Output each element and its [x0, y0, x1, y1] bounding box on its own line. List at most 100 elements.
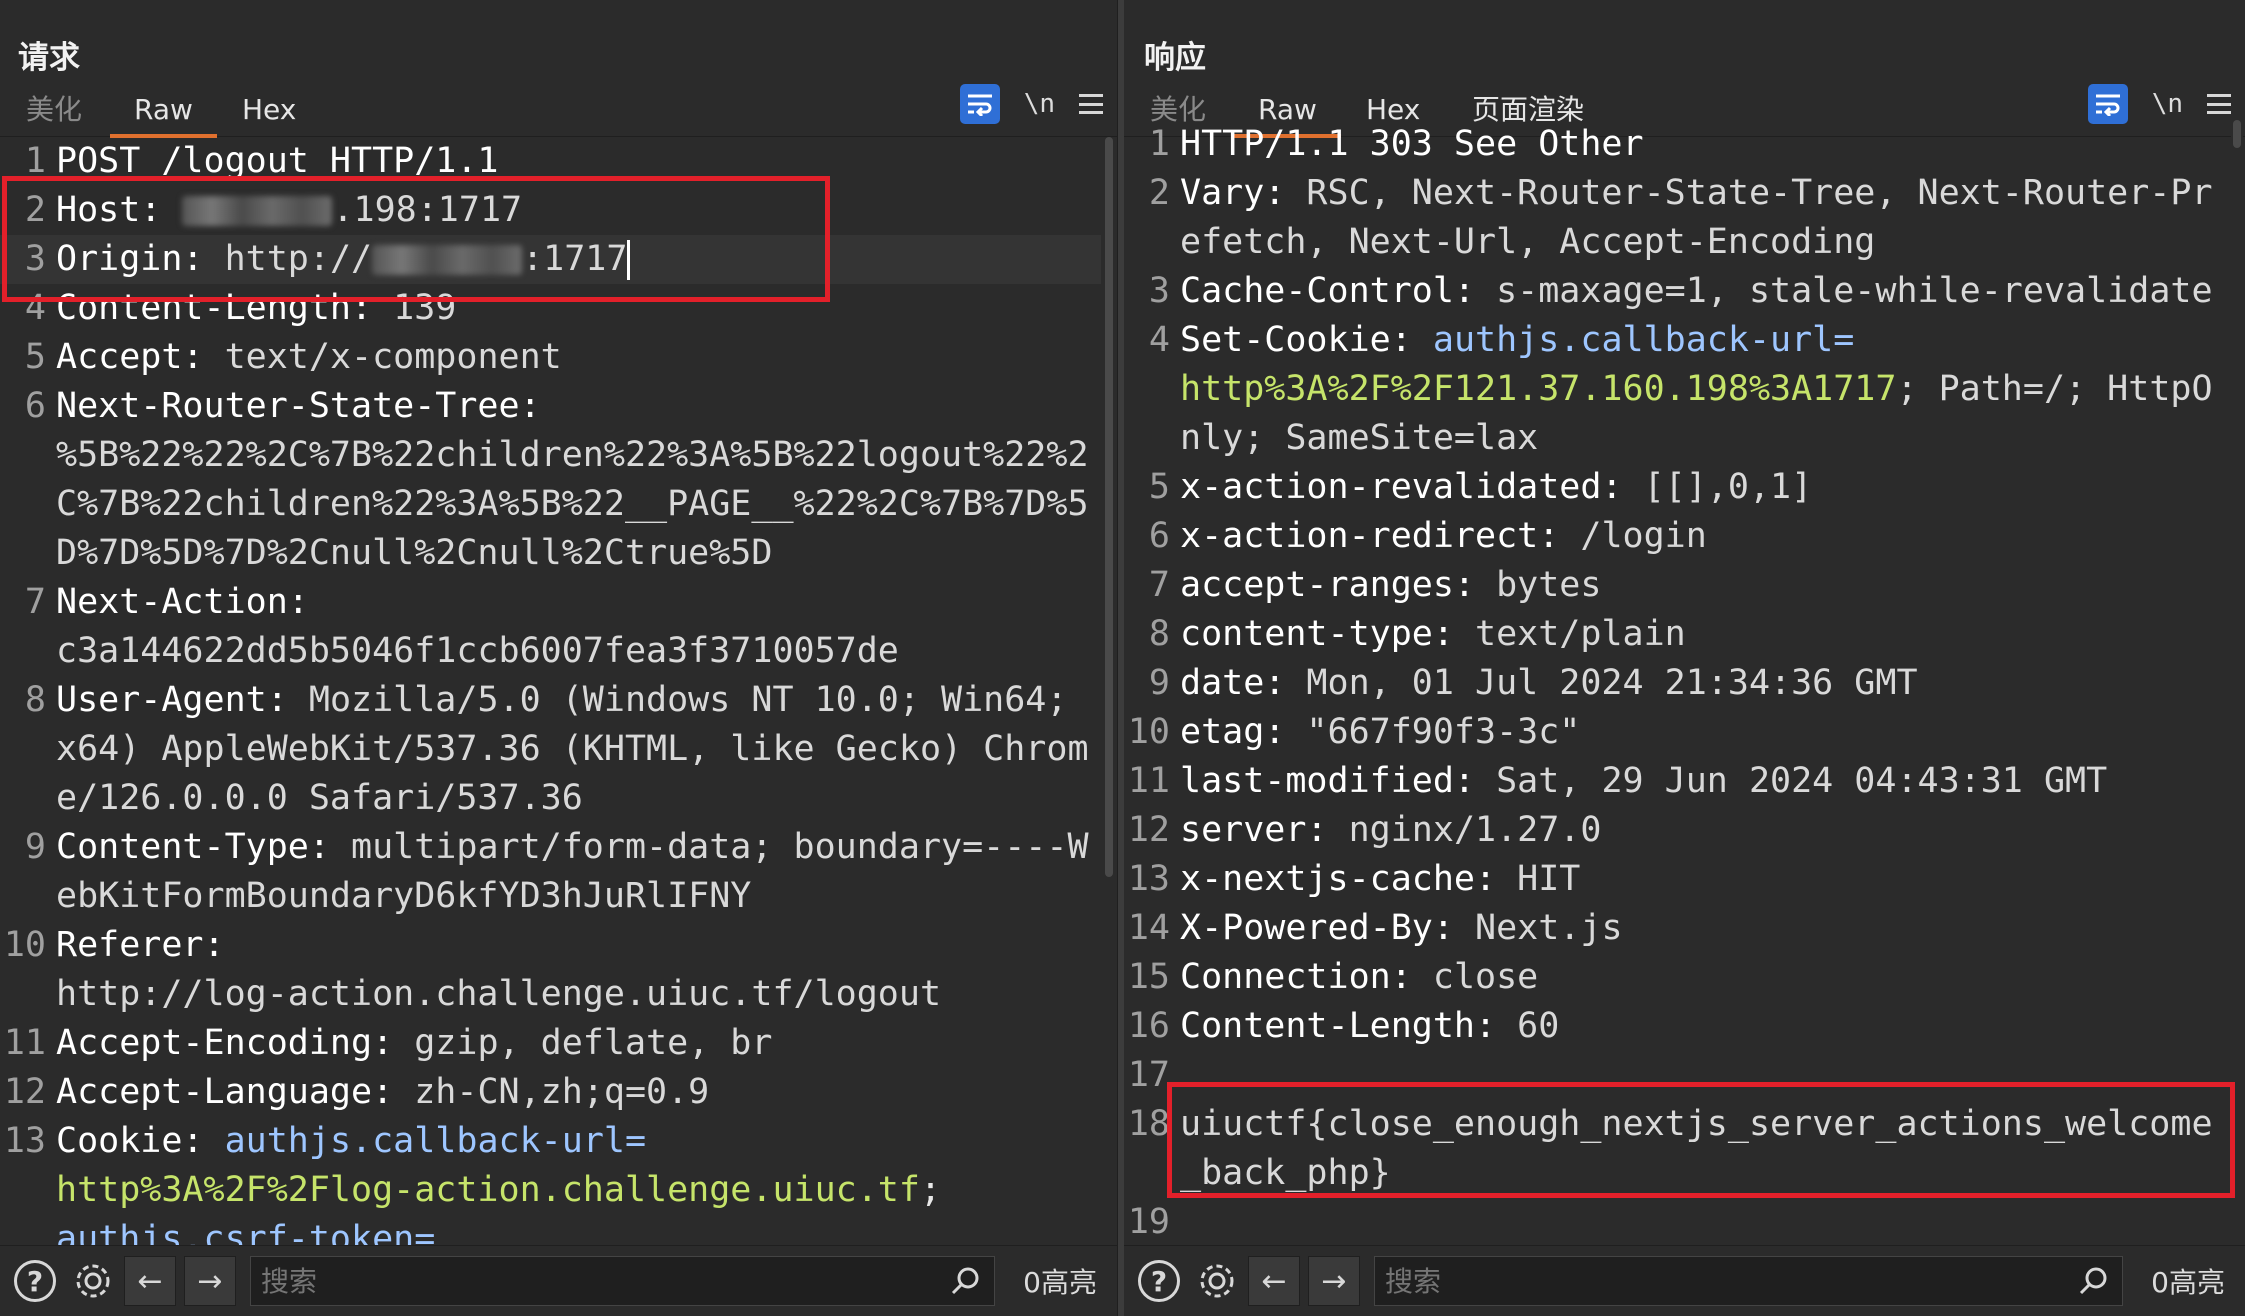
next-match-button[interactable]: →	[184, 1256, 236, 1306]
tab-pretty[interactable]: 美化	[26, 90, 82, 134]
search-input[interactable]	[1375, 1263, 2023, 1299]
line-number: 8	[1148, 614, 1170, 654]
line-content: POST /logout HTTP/1.1	[52, 137, 1101, 186]
response-scrollbar[interactable]	[2231, 120, 2243, 1246]
code-line: 2 Host: .198:1717	[0, 186, 1101, 235]
header-name: x-action-revalidated:	[1180, 467, 1623, 507]
header-value: /login	[1559, 516, 1707, 556]
help-icon: ?	[14, 1260, 56, 1302]
header-name: Content-Type:	[56, 827, 330, 867]
newline-toggle-button[interactable]: \n	[2152, 89, 2183, 119]
header-value: c3a144622dd5b5046f1ccb6007fea3f3710057de	[56, 631, 899, 671]
cookie-value: http%3A%2F%2F121.37.160.198%3A1717	[1180, 369, 1897, 409]
wrap-toggle-button[interactable]	[2087, 84, 2128, 124]
arrow-left-icon: ←	[1261, 1263, 1287, 1299]
settings-button[interactable]	[1194, 1258, 1240, 1304]
line-number: 2	[24, 190, 46, 230]
header-name: Cookie:	[56, 1121, 204, 1161]
cookie-name: authjs.csrf-token=	[56, 1219, 436, 1246]
line-content: Vary: RSC, Next-Router-State-Tree, Next-…	[1176, 169, 2229, 267]
header-value: 139	[372, 288, 457, 328]
line-number: 1	[1148, 124, 1170, 164]
line-number: 17	[1127, 1055, 1170, 1095]
line-number: 16	[1127, 1006, 1170, 1046]
code-line: 12 server: nginx/1.27.0	[1124, 806, 2229, 855]
line-content: Accept: text/x-component	[52, 333, 1101, 382]
line-content: x-action-revalidated: [[],0,1]	[1176, 463, 2229, 512]
header-value: text/plain	[1453, 614, 1686, 654]
line-content: Host: .198:1717	[52, 186, 1101, 235]
line-number: 9	[24, 827, 46, 867]
header-name: Vary:	[1180, 173, 1286, 213]
header-name: x-action-redirect:	[1180, 516, 1560, 556]
redacted-ip	[182, 196, 333, 226]
prev-match-button[interactable]: ←	[124, 1256, 176, 1306]
code-line: 6 x-action-redirect: /login	[1124, 512, 2229, 561]
wrap-toggle-button[interactable]	[959, 84, 1000, 124]
request-editor[interactable]: 1 POST /logout HTTP/1.1 2 Host: .198:1717 3 O…	[0, 137, 1101, 1246]
highlight-count: 0高亮	[2151, 1266, 2225, 1299]
line-number: 18	[1127, 1104, 1170, 1144]
help-button[interactable]: ?	[12, 1258, 58, 1304]
arrow-left-icon: ←	[137, 1263, 163, 1299]
line-number: 13	[3, 1121, 46, 1161]
line-content: Cache-Control: s-maxage=1, stale-while-r…	[1176, 267, 2229, 316]
header-value: 60	[1496, 1006, 1560, 1046]
tab-raw[interactable]: Raw	[110, 90, 217, 138]
search-icon	[952, 1267, 979, 1295]
newline-toggle-button[interactable]: \n	[1024, 89, 1055, 119]
header-name: x-nextjs-cache:	[1180, 859, 1497, 899]
response-search	[1374, 1256, 2124, 1306]
line-number: 13	[1127, 859, 1170, 899]
header-value: HIT	[1496, 859, 1581, 899]
next-match-button[interactable]: →	[1308, 1256, 1360, 1306]
line-content: x-nextjs-cache: HIT	[1176, 855, 2229, 904]
header-name: Next-Action:	[56, 582, 309, 622]
wrap-icon	[2095, 94, 2120, 116]
response-title: 响应	[1144, 40, 1206, 76]
code-line: 14 X-Powered-By: Next.js	[1124, 904, 2229, 953]
code-line: 7 accept-ranges: bytes	[1124, 561, 2229, 610]
header-value: "667f90f3-3c"	[1285, 712, 1581, 752]
line-number: 15	[1127, 957, 1170, 997]
response-bottom-bar: ? ← → 0高亮	[1124, 1245, 2245, 1316]
header-value: [[],0,1]	[1622, 467, 1813, 507]
header-value-tail: :1717	[522, 239, 628, 279]
code-line: 8 User-Agent: Mozilla/5.0 (Windows NT 10.…	[0, 676, 1101, 823]
gear-icon	[76, 1264, 110, 1298]
prev-match-button[interactable]: ←	[1248, 1256, 1300, 1306]
line-content: HTTP/1.1 303 See Other	[1176, 120, 2229, 169]
code-line: 19	[1124, 1198, 2229, 1246]
header-value: Mon, 01 Jul 2024 21:34:36 GMT	[1285, 663, 1918, 703]
header-name: Set-Cookie:	[1180, 320, 1412, 360]
help-button[interactable]: ?	[1136, 1258, 1182, 1304]
menu-icon[interactable]	[1079, 94, 1103, 114]
header-name: Origin:	[56, 239, 204, 279]
header-name: User-Agent:	[56, 680, 288, 720]
line-number: 12	[1127, 810, 1170, 850]
request-scrollbar[interactable]	[1103, 137, 1115, 1246]
text-caret	[627, 240, 631, 280]
tab-hex[interactable]: Hex	[242, 90, 296, 134]
line-number: 7	[24, 582, 46, 622]
search-input[interactable]	[251, 1263, 895, 1299]
header-value: gzip, deflate, br	[393, 1023, 773, 1063]
line-content: Accept-Language: zh-CN,zh;q=0.9	[52, 1068, 1101, 1117]
code-line: 15 Connection: close	[1124, 953, 2229, 1002]
response-pane: 响应 美化 Raw Hex 页面渲染 \n 1 HTTP/1.1 303 See …	[1124, 0, 2245, 1316]
code-line: 13 Cookie: authjs.callback-url= http%3A%2…	[0, 1117, 1101, 1246]
response-editor[interactable]: 1 HTTP/1.1 303 See Other 2 Vary: RSC, Next-…	[1124, 120, 2229, 1246]
arrow-right-icon: →	[1321, 1263, 1347, 1299]
code-line: 5 x-action-revalidated: [[],0,1]	[1124, 463, 2229, 512]
line-number: 14	[1127, 908, 1170, 948]
settings-button[interactable]	[70, 1258, 116, 1304]
header-value-tail: .198:1717	[332, 190, 523, 230]
code-line: 1 POST /logout HTTP/1.1	[0, 137, 1101, 186]
line-number: 9	[1148, 663, 1170, 703]
menu-icon[interactable]	[2207, 94, 2231, 114]
code-line: 4 Content-Length: 139	[0, 284, 1101, 333]
line-content: date: Mon, 01 Jul 2024 21:34:36 GMT	[1176, 659, 2229, 708]
line-content: X-Powered-By: Next.js	[1176, 904, 2229, 953]
line-number: 19	[1127, 1202, 1170, 1242]
header-name: server:	[1180, 810, 1328, 850]
